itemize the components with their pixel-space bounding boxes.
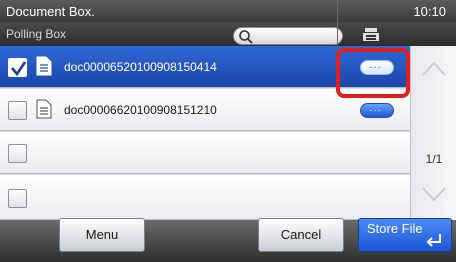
store-file-button[interactable]: Store File <box>358 218 452 252</box>
list-item[interactable] <box>0 132 410 174</box>
row-checkbox[interactable] <box>8 58 27 77</box>
title-bar: Document Box. 10:10 <box>0 0 456 22</box>
header-divider <box>337 0 338 46</box>
clock: 10:10 <box>413 4 446 19</box>
server-icon <box>363 28 379 41</box>
scroll-up-icon[interactable] <box>420 58 448 80</box>
row-checkbox[interactable] <box>8 144 27 163</box>
row-checkbox[interactable] <box>8 101 27 120</box>
document-icon <box>36 56 52 76</box>
menu-button[interactable]: Menu <box>59 218 145 252</box>
more-icon: ··· <box>369 105 382 116</box>
cancel-button[interactable]: Cancel <box>258 218 344 252</box>
document-icon <box>36 99 52 119</box>
checkmark-icon <box>11 61 27 77</box>
row-checkbox[interactable] <box>8 189 27 208</box>
detail-button-highlight <box>336 48 410 98</box>
list-item[interactable] <box>0 175 410 220</box>
detail-button[interactable]: ··· <box>360 103 394 118</box>
search-field[interactable] <box>233 27 343 45</box>
box-name: Polling Box <box>6 27 67 41</box>
page-indicator: 1/1 <box>425 152 443 166</box>
file-name: doc00006620100908151210 <box>64 103 217 117</box>
store-file-label: Store File <box>367 221 423 236</box>
search-icon <box>239 30 253 44</box>
polling-box-screen: Document Box. 10:10 Polling Box doc00006… <box>0 0 456 262</box>
file-name: doc00006520100908150414 <box>64 60 217 74</box>
server-button[interactable] <box>345 24 397 46</box>
scroll-down-icon[interactable] <box>420 183 448 205</box>
window-title: Document Box. <box>6 4 95 19</box>
enter-icon <box>426 234 441 247</box>
